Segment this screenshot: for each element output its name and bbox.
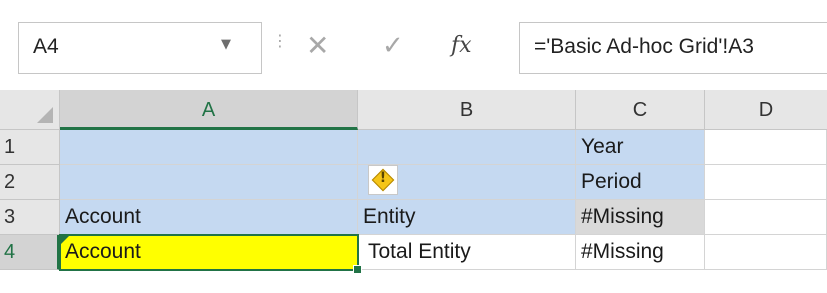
formula-bar: A4 ▼ ⋮ ✕ ✓ fx ='Basic Ad-hoc Grid'!A3 xyxy=(0,0,827,90)
cell-a2[interactable] xyxy=(60,165,358,200)
formula-text: ='Basic Ad-hoc Grid'!A3 xyxy=(534,35,754,58)
cell-d1[interactable] xyxy=(705,130,827,165)
cell-c4[interactable]: #Missing xyxy=(576,235,705,270)
cell-c1[interactable]: Year xyxy=(576,130,705,165)
cell-d3[interactable] xyxy=(705,200,827,235)
formula-bar-resize-handle[interactable]: ⋮ xyxy=(272,31,288,50)
column-header-a[interactable]: A xyxy=(60,90,358,130)
cell-d2[interactable] xyxy=(705,165,827,200)
name-box[interactable]: A4 ▼ xyxy=(18,22,262,74)
error-check-button[interactable]: ! xyxy=(368,165,398,195)
warning-exclamation: ! xyxy=(379,170,387,186)
row-header-2[interactable]: 2 xyxy=(0,165,60,200)
cell-c3[interactable]: #Missing xyxy=(576,200,705,235)
column-header-d[interactable]: D xyxy=(705,90,827,130)
row-header-3[interactable]: 3 xyxy=(0,200,60,235)
formula-input[interactable]: ='Basic Ad-hoc Grid'!A3 xyxy=(519,22,827,74)
row-header-4[interactable]: 4 xyxy=(0,235,60,270)
cell-a1[interactable] xyxy=(60,130,358,165)
cell-b4[interactable]: Total Entity xyxy=(358,235,576,270)
select-all-button[interactable] xyxy=(0,90,60,130)
chevron-down-icon[interactable]: ▼ xyxy=(221,37,231,52)
row-header-1[interactable]: 1 xyxy=(0,130,60,165)
cell-a4[interactable]: Account xyxy=(60,235,358,270)
name-box-value: A4 xyxy=(33,35,59,58)
function-icon[interactable]: fx xyxy=(451,20,472,72)
cell-d4[interactable] xyxy=(705,235,827,270)
checkmark-icon[interactable]: ✓ xyxy=(382,20,404,72)
cell-a3[interactable]: Account xyxy=(60,200,358,235)
select-all-icon xyxy=(37,107,53,123)
column-header-c[interactable]: C xyxy=(576,90,705,130)
close-icon[interactable]: ✕ xyxy=(306,20,329,72)
cell-b1[interactable] xyxy=(358,130,576,165)
cell-c2[interactable]: Period xyxy=(576,165,705,200)
column-header-b[interactable]: B xyxy=(358,90,576,130)
worksheet-grid: A B C D 1 2 3 4 Year Period Account Enti… xyxy=(0,90,827,293)
cell-b3[interactable]: Entity xyxy=(358,200,576,235)
